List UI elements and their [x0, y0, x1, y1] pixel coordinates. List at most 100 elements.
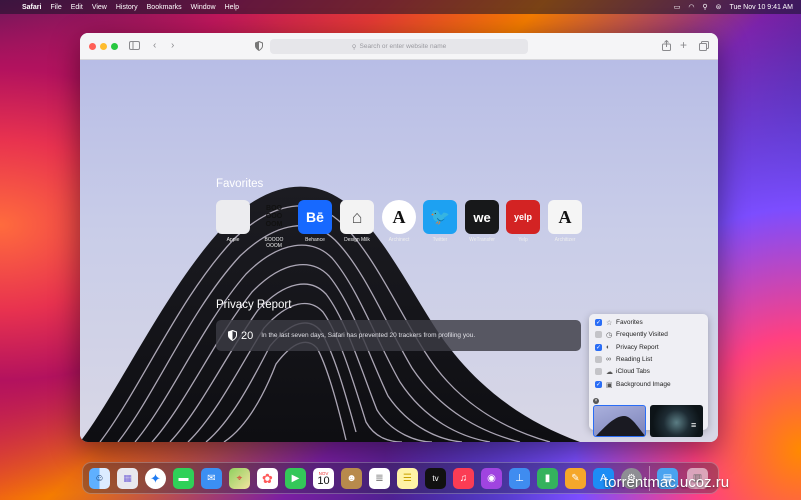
- favorite-label: Twitter: [432, 237, 448, 243]
- glasses-icon: ∞: [606, 356, 611, 363]
- favorite-archinect[interactable]: A Archinect: [382, 200, 416, 243]
- menu-view[interactable]: View: [92, 4, 107, 11]
- menu-bookmarks[interactable]: Bookmarks: [147, 4, 182, 11]
- yelp-logo-icon: yelp: [506, 200, 540, 234]
- star-icon: ☆: [606, 319, 613, 327]
- behance-logo-icon: Bē: [298, 200, 332, 234]
- calendar-day: 10: [317, 474, 330, 487]
- contacts-icon[interactable]: ☻: [341, 468, 362, 489]
- architizer-logo-icon: A: [548, 200, 582, 234]
- option-label: Frequently Visited: [616, 331, 668, 338]
- building-thumbnail: [595, 416, 645, 436]
- wifi-icon[interactable]: ◠: [688, 3, 694, 11]
- share-icon[interactable]: [662, 40, 671, 51]
- menu-bar: Safari File Edit View History Bookmarks …: [0, 0, 801, 14]
- remove-background-icon[interactable]: ×: [593, 398, 599, 404]
- safari-toolbar: ‹ › ⚲ Search or enter website name +: [80, 33, 718, 60]
- notes-icon[interactable]: ☰: [397, 468, 418, 489]
- menu-help[interactable]: Help: [225, 4, 239, 11]
- option-label: Favorites: [616, 319, 643, 326]
- apple-logo-icon: [216, 200, 250, 234]
- photos-icon[interactable]: ✿: [257, 468, 278, 489]
- menu-history[interactable]: History: [116, 4, 138, 11]
- favorite-label: WeTransfer: [469, 237, 495, 243]
- menu-clock[interactable]: Tue Nov 10 9:41 AM: [729, 4, 793, 11]
- menu-edit[interactable]: Edit: [71, 4, 83, 11]
- menu-window[interactable]: Window: [191, 4, 216, 11]
- option-reading-list[interactable]: ∞ Reading List: [595, 354, 652, 365]
- pages-icon[interactable]: ✎: [565, 468, 586, 489]
- twitter-bird-icon: 🐦: [423, 200, 457, 234]
- control-center-icon[interactable]: ⊜: [716, 3, 722, 11]
- forward-chevron-icon[interactable]: ›: [171, 40, 174, 52]
- keynote-icon[interactable]: ⊥: [509, 468, 530, 489]
- facetime-icon[interactable]: ▶: [285, 468, 306, 489]
- option-privacy-report[interactable]: ✓ ◐ Privacy Report: [595, 342, 659, 353]
- maps-icon[interactable]: ⌖: [229, 468, 250, 489]
- privacy-report-card[interactable]: 20 In the last seven days, Safari has pr…: [216, 320, 581, 351]
- favorite-twitter[interactable]: 🐦 Twitter: [423, 200, 457, 243]
- checkbox-checked-icon[interactable]: ✓: [595, 344, 602, 351]
- privacy-shield-icon: [228, 330, 237, 341]
- launchpad-icon[interactable]: ▦: [117, 468, 138, 489]
- safari-icon[interactable]: ✦: [145, 468, 166, 489]
- cloud-icon: ☁: [606, 368, 613, 376]
- wetransfer-logo-icon: we: [465, 200, 499, 234]
- favorite-booooooom[interactable]: BOO OOO OOM BOOOO OOOM: [257, 200, 291, 249]
- menu-app-name[interactable]: Safari: [22, 4, 41, 11]
- favorite-label: Archinect: [388, 237, 410, 243]
- favorites-title: Favorites: [216, 178, 264, 190]
- tracker-count: 20: [241, 329, 254, 342]
- favorite-design-milk[interactable]: ⌂ Design Milk: [340, 200, 374, 243]
- apple-tv-icon[interactable]: tv: [425, 468, 446, 489]
- checkbox-unchecked-icon[interactable]: [595, 331, 602, 338]
- option-label: Reading List: [616, 356, 653, 363]
- messages-icon[interactable]: ▬: [173, 468, 194, 489]
- minimize-window-button[interactable]: [100, 43, 107, 50]
- option-icloud-tabs[interactable]: ☁ iCloud Tabs: [595, 366, 650, 377]
- favorite-apple[interactable]: Apple: [216, 200, 250, 243]
- favorite-yelp[interactable]: yelp Yelp: [506, 200, 540, 243]
- battery-icon[interactable]: ▭: [674, 3, 681, 11]
- reminders-icon[interactable]: ≣: [369, 468, 390, 489]
- finder-icon[interactable]: ☺: [89, 468, 110, 489]
- favorite-wetransfer[interactable]: we WeTransfer: [465, 200, 499, 243]
- favorite-label: BOOOO OOOM: [264, 237, 284, 249]
- favorite-label: Apple: [226, 237, 240, 243]
- new-tab-plus-icon[interactable]: +: [680, 39, 687, 51]
- checkbox-checked-icon[interactable]: ✓: [595, 319, 602, 326]
- privacy-report-message: In the last seven days, Safari has preve…: [261, 332, 476, 339]
- option-favorites[interactable]: ✓ ☆ Favorites: [595, 317, 643, 328]
- checkbox-unchecked-icon[interactable]: [595, 356, 602, 363]
- close-window-button[interactable]: [89, 43, 96, 50]
- zoom-window-button[interactable]: [111, 43, 118, 50]
- image-icon: ▣: [606, 381, 613, 389]
- menu-file[interactable]: File: [50, 4, 61, 11]
- booooooom-logo-icon: BOO OOO OOM: [265, 205, 283, 228]
- favorite-behance[interactable]: Bē Behance: [298, 200, 332, 243]
- tab-overview-icon[interactable]: [699, 41, 709, 51]
- sidebar-icon[interactable]: [129, 41, 140, 50]
- back-chevron-icon[interactable]: ‹: [153, 40, 156, 52]
- mail-icon[interactable]: ✉: [201, 468, 222, 489]
- address-bar[interactable]: ⚲ Search or enter website name: [270, 39, 528, 54]
- search-icon: ⚲: [351, 43, 357, 51]
- option-frequently-visited[interactable]: ◷ Frequently Visited: [595, 329, 668, 340]
- checkbox-unchecked-icon[interactable]: [595, 368, 602, 375]
- favorite-architizer[interactable]: A Architizer: [548, 200, 582, 243]
- option-label: iCloud Tabs: [616, 368, 650, 375]
- checkbox-checked-icon[interactable]: ✓: [595, 381, 602, 388]
- start-page: Favorites Apple BOO OOO OOM BOOOO OOOM B…: [80, 60, 718, 442]
- customize-settings-icon[interactable]: ≡: [691, 420, 696, 430]
- music-icon[interactable]: ♫: [453, 468, 474, 489]
- option-background-image[interactable]: ✓ ▣ Background Image: [595, 379, 671, 390]
- watermark-text: torrentmac.ucoz.ru: [604, 474, 730, 491]
- archinect-logo-icon: A: [382, 200, 416, 234]
- calendar-icon[interactable]: NOV 10: [313, 468, 334, 489]
- favorite-label: Yelp: [518, 237, 528, 243]
- background-thumbnail-selected[interactable]: [593, 405, 646, 437]
- podcasts-icon[interactable]: ◉: [481, 468, 502, 489]
- spotlight-icon[interactable]: ⚲: [702, 3, 707, 11]
- privacy-shield-icon[interactable]: [255, 41, 263, 51]
- numbers-icon[interactable]: ▮: [537, 468, 558, 489]
